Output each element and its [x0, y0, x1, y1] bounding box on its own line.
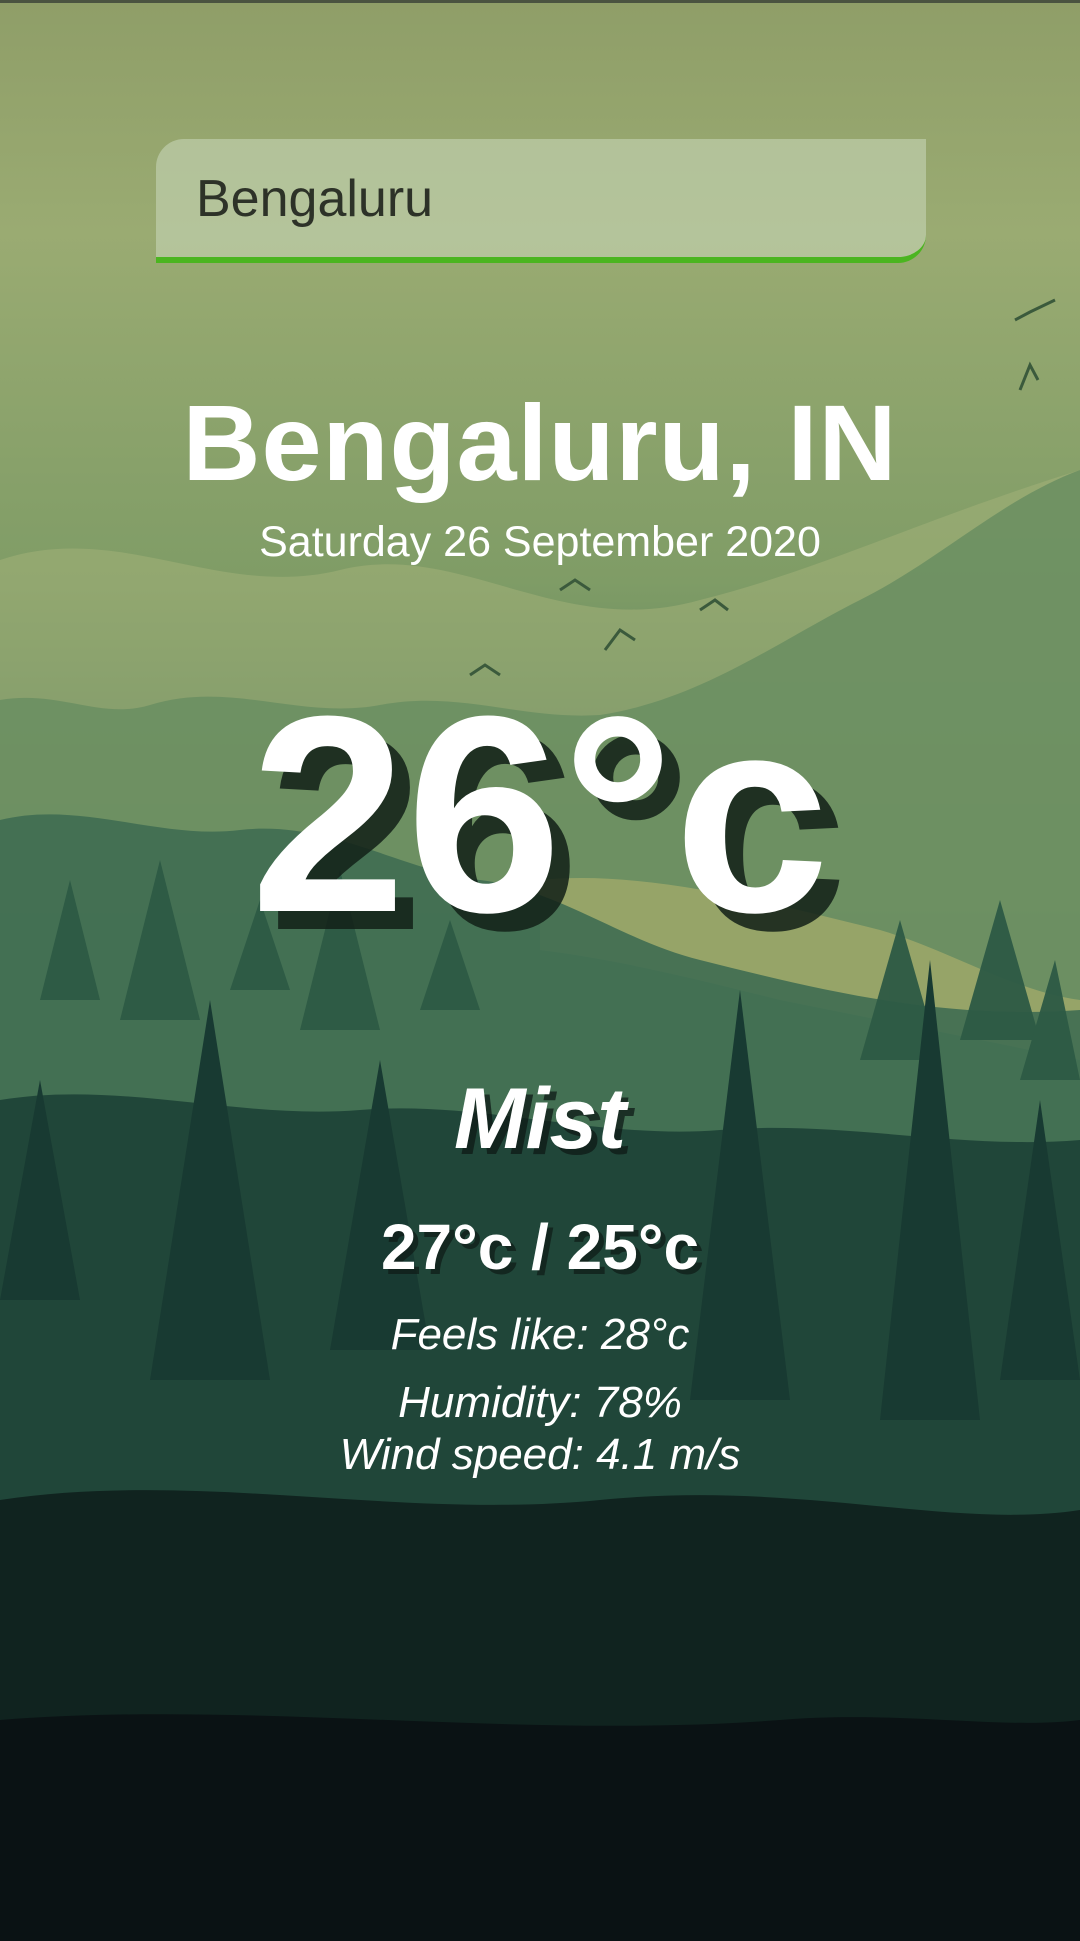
weather-condition: Mist	[454, 1071, 626, 1167]
wind-speed-label: Wind speed: 4.1 m/s	[339, 1430, 741, 1479]
temperature-range: 27°c / 25°c	[380, 1211, 700, 1283]
status-bar-edge	[0, 0, 1080, 3]
location-title: Bengaluru, IN	[182, 382, 898, 503]
current-temperature: 26°c	[250, 659, 830, 971]
date-label: Saturday 26 September 2020	[259, 518, 821, 566]
humidity-label: Humidity: 78%	[398, 1378, 682, 1427]
feels-like-label: Feels like: 28°c	[390, 1310, 690, 1359]
city-search-input[interactable]	[196, 167, 876, 231]
city-search-box[interactable]	[156, 139, 926, 263]
weather-screen: Bengaluru, IN Saturday 26 September 2020…	[0, 0, 1080, 1941]
